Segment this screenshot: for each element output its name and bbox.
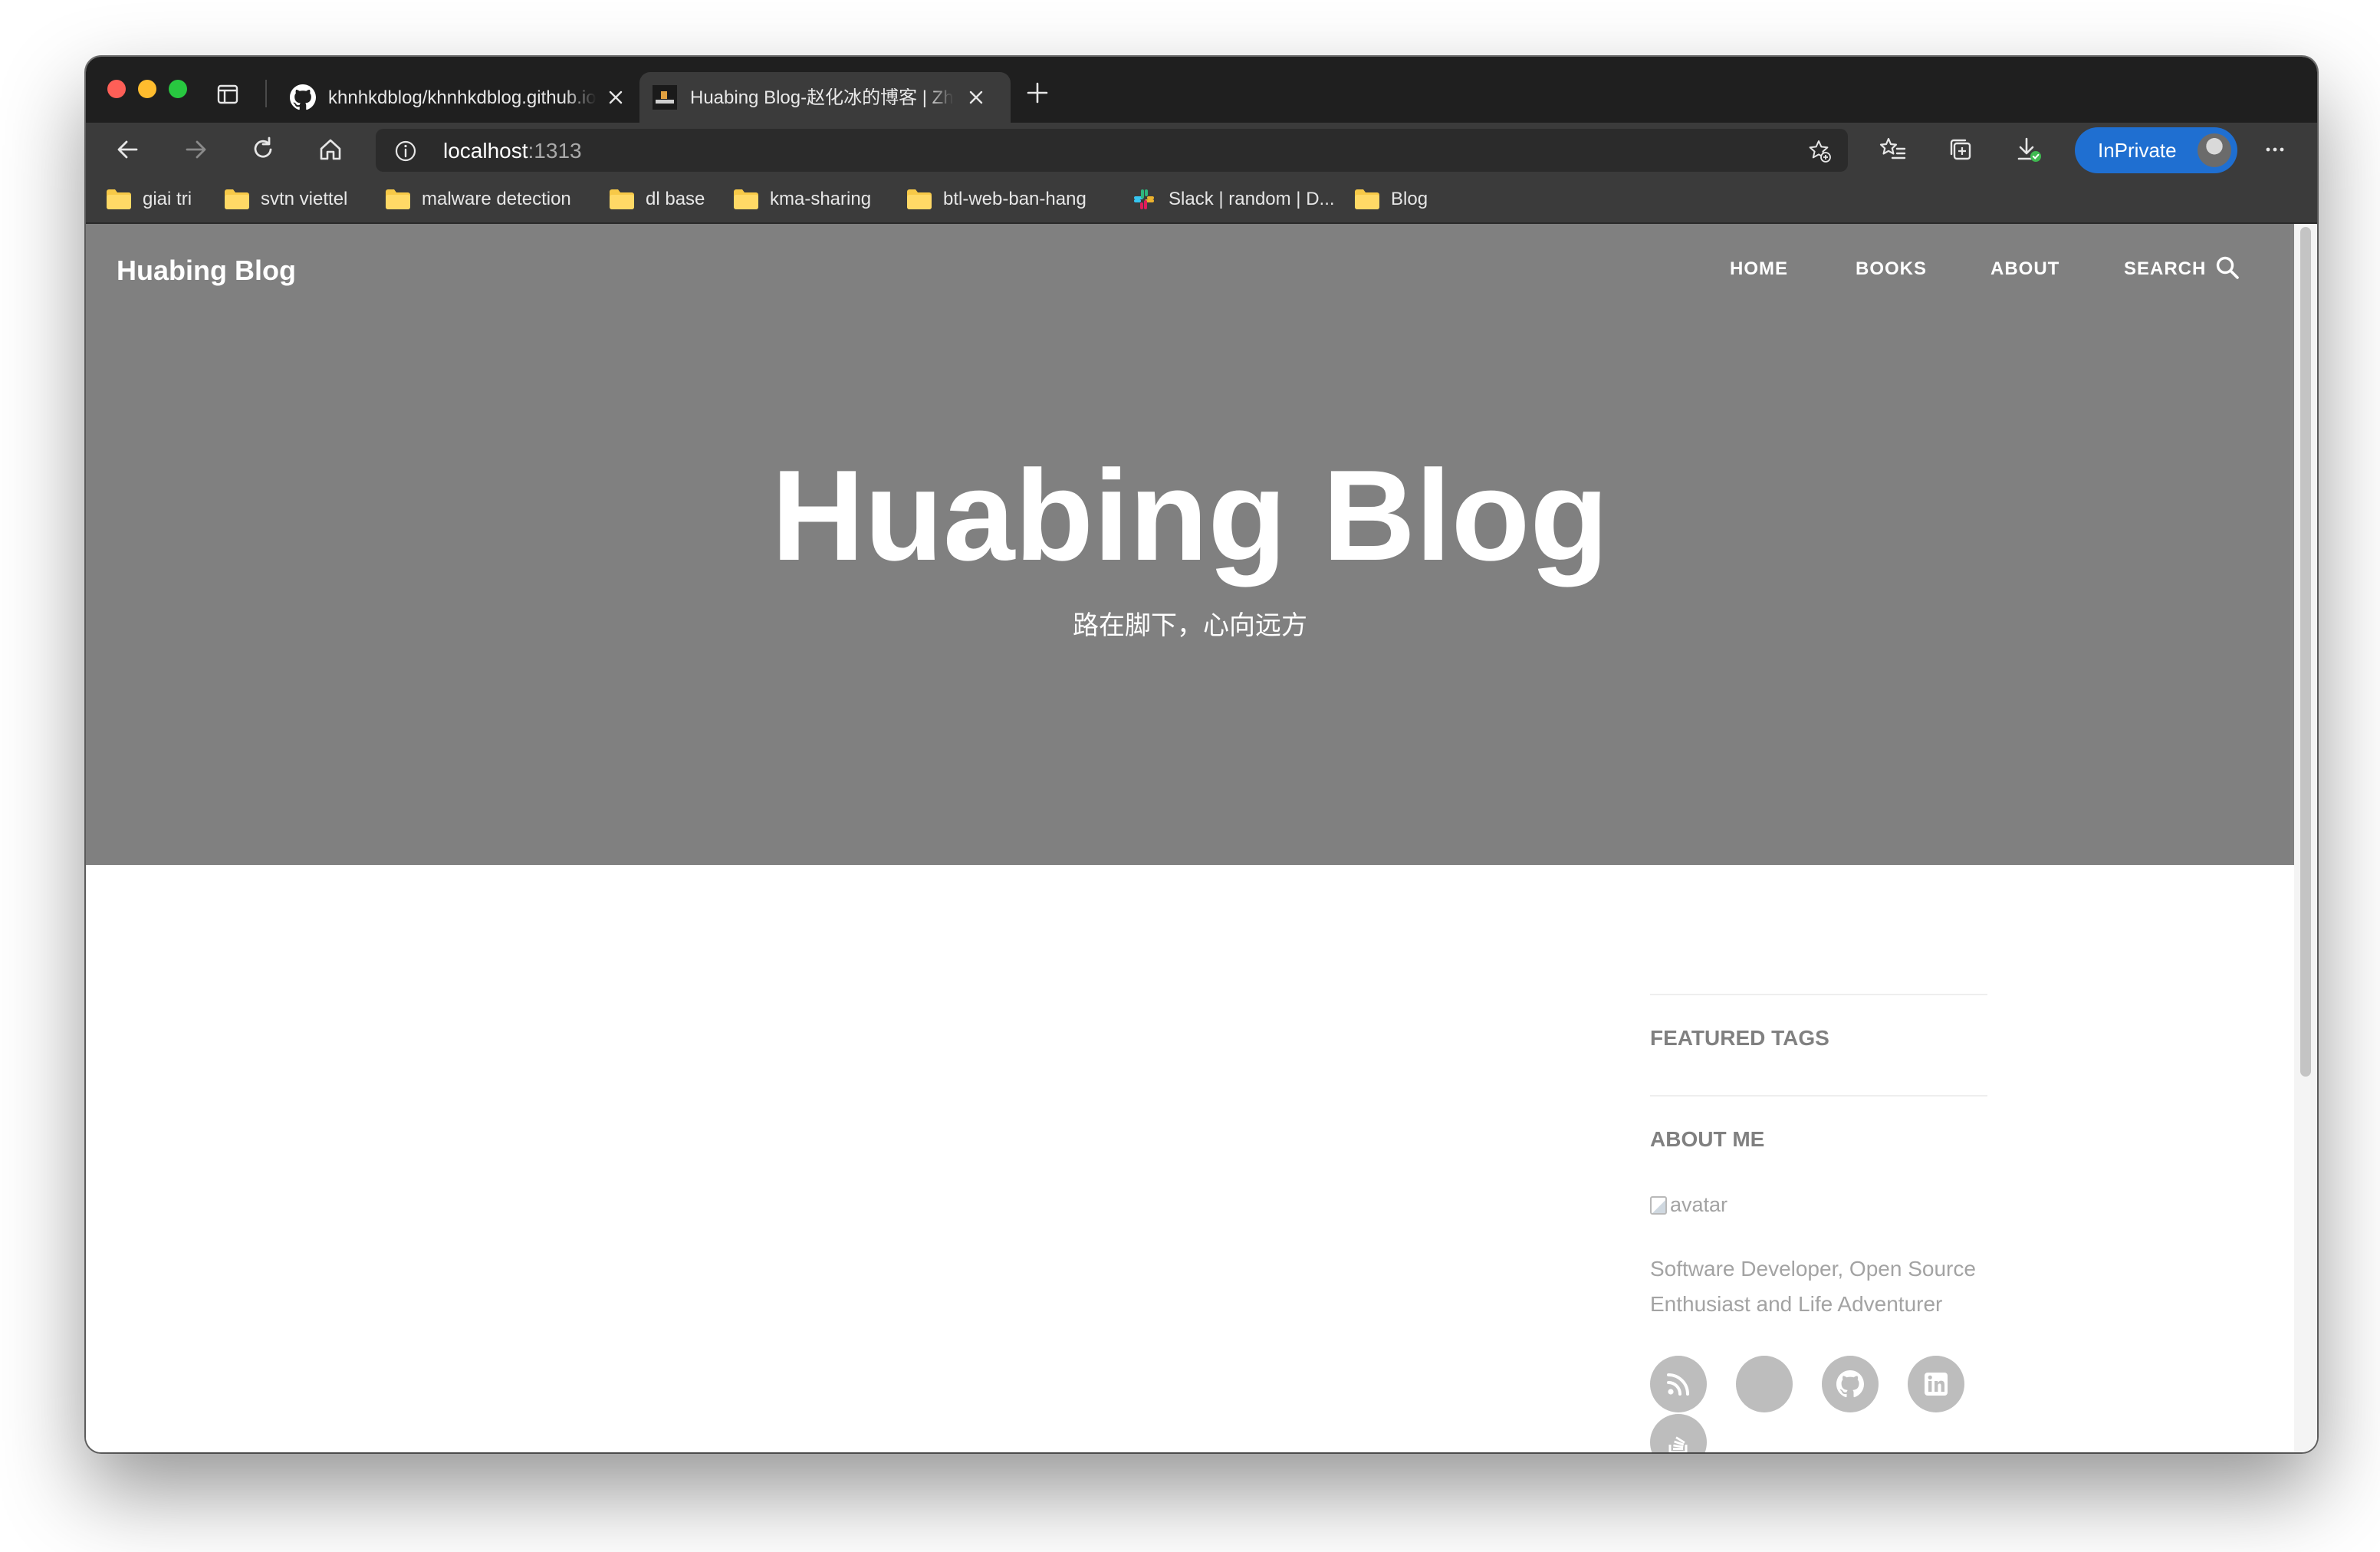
about-me-bio: Software Developer, Open Source Enthusia…	[1650, 1257, 1976, 1316]
featured-tags-heading: FEATURED TAGS	[1650, 1026, 1829, 1050]
hero-subtitle: 路在脚下，心向远方	[1073, 610, 1307, 641]
folder-icon	[734, 189, 758, 209]
nav-about-link[interactable]: ABOUT	[1990, 258, 2059, 281]
bookmark-label: dl base	[646, 189, 705, 209]
inprivate-profile-button[interactable]: InPrivate	[2075, 127, 2237, 173]
url-host: localhost	[443, 139, 528, 163]
bookmark-label: btl-web-ban-hang	[943, 189, 1086, 209]
new-tab-icon[interactable]	[1024, 80, 1050, 106]
bookmark-label: Slack | random | D...	[1169, 189, 1335, 209]
hero-header: Huabing Blog HOME BOOKS ABOUT SEARCH Hua…	[86, 224, 2294, 865]
avatar-alt-text: avatar	[1670, 1193, 1728, 1216]
bookmark-label: giai tri	[143, 189, 192, 209]
tab-label: Huabing Blog-赵化冰的博客 | Zhaohuabing Blog	[690, 88, 954, 108]
avatar-image: avatar	[1650, 1192, 1727, 1218]
window-minimize-button[interactable]	[138, 80, 156, 98]
more-options-icon[interactable]	[2259, 133, 2291, 166]
sidebar-divider	[1650, 1095, 1987, 1097]
browser-toolbar: localhost:1313 InPrivate	[86, 123, 2317, 176]
downloads-icon[interactable]	[2012, 133, 2044, 166]
about-me-heading: ABOUT ME	[1650, 1127, 1765, 1151]
folder-icon	[1355, 189, 1379, 209]
bookmark-label: malware detection	[422, 189, 571, 209]
inprivate-label: InPrivate	[2098, 139, 2177, 162]
stackoverflow-icon	[1668, 1436, 1688, 1452]
page-scrollbar[interactable]	[2294, 224, 2317, 1452]
rss-link[interactable]	[1650, 1356, 1707, 1412]
refresh-icon[interactable]	[247, 133, 279, 166]
linkedin-link[interactable]	[1908, 1356, 1964, 1412]
bookmark-label: svtn viettel	[261, 189, 348, 209]
collections-icon[interactable]	[1944, 133, 1977, 166]
stackoverflow-link[interactable]	[1650, 1414, 1707, 1452]
forward-icon[interactable]	[179, 133, 212, 166]
github-link[interactable]	[1822, 1356, 1879, 1412]
folder-icon	[386, 189, 410, 209]
browser-window: khnhkdblog/khnhkdblog.github.io Huabing …	[86, 57, 2317, 1452]
address-bar[interactable]: localhost:1313	[376, 129, 1848, 172]
bookmark-label: kma-sharing	[770, 189, 872, 209]
github-icon	[290, 84, 316, 110]
window-maximize-button[interactable]	[169, 80, 187, 98]
url-port: :1313	[528, 139, 582, 163]
tab-separator	[265, 80, 267, 107]
folder-icon	[907, 189, 932, 209]
bookmark-label: Blog	[1391, 189, 1428, 209]
folder-icon	[107, 189, 131, 209]
site-info-icon[interactable]	[394, 140, 417, 163]
close-tab-icon[interactable]	[968, 89, 985, 106]
nav-books-link[interactable]: BOOKS	[1856, 258, 1927, 281]
url-text: localhost:1313	[443, 140, 582, 163]
broken-image-icon	[1650, 1196, 1667, 1215]
page-viewport: Huabing Blog HOME BOOKS ABOUT SEARCH Hua…	[86, 224, 2317, 1452]
home-icon[interactable]	[314, 133, 347, 166]
favorites-icon[interactable]	[1877, 133, 1909, 166]
github-icon	[1836, 1370, 1864, 1398]
scrollbar-thumb[interactable]	[2300, 227, 2311, 1077]
close-tab-icon[interactable]	[607, 89, 624, 106]
linkedin-icon	[1925, 1373, 1948, 1396]
profile-avatar	[2198, 133, 2231, 167]
tab-actions-icon[interactable]	[216, 83, 239, 106]
back-icon[interactable]	[112, 133, 144, 166]
site-brand-link[interactable]: Huabing Blog	[117, 255, 296, 287]
add-favorite-icon[interactable]	[1806, 138, 1833, 164]
tab-huabing-blog[interactable]: Huabing Blog-赵化冰的博客 | Zhaohuabing Blog	[639, 72, 1011, 123]
slack-icon	[1134, 189, 1154, 209]
nav-search-link[interactable]: SEARCH	[2124, 258, 2206, 281]
sidebar-divider	[1650, 994, 1987, 995]
search-icon[interactable]	[2214, 255, 2240, 281]
folder-icon	[610, 189, 634, 209]
tab-strip: khnhkdblog/khnhkdblog.github.io Huabing …	[86, 57, 2317, 123]
favorites-bar: giai tri svtn viettel malware detection …	[86, 176, 2317, 224]
blank-social-link[interactable]	[1736, 1356, 1793, 1412]
hero-title: Huabing Blog	[771, 443, 1609, 587]
window-close-button[interactable]	[107, 80, 126, 98]
site-favicon-icon	[653, 85, 677, 110]
tab-label: khnhkdblog/khnhkdblog.github.io	[328, 88, 597, 108]
nav-home-link[interactable]: HOME	[1730, 258, 1788, 281]
folder-icon	[225, 189, 249, 209]
rss-icon	[1667, 1373, 1689, 1396]
